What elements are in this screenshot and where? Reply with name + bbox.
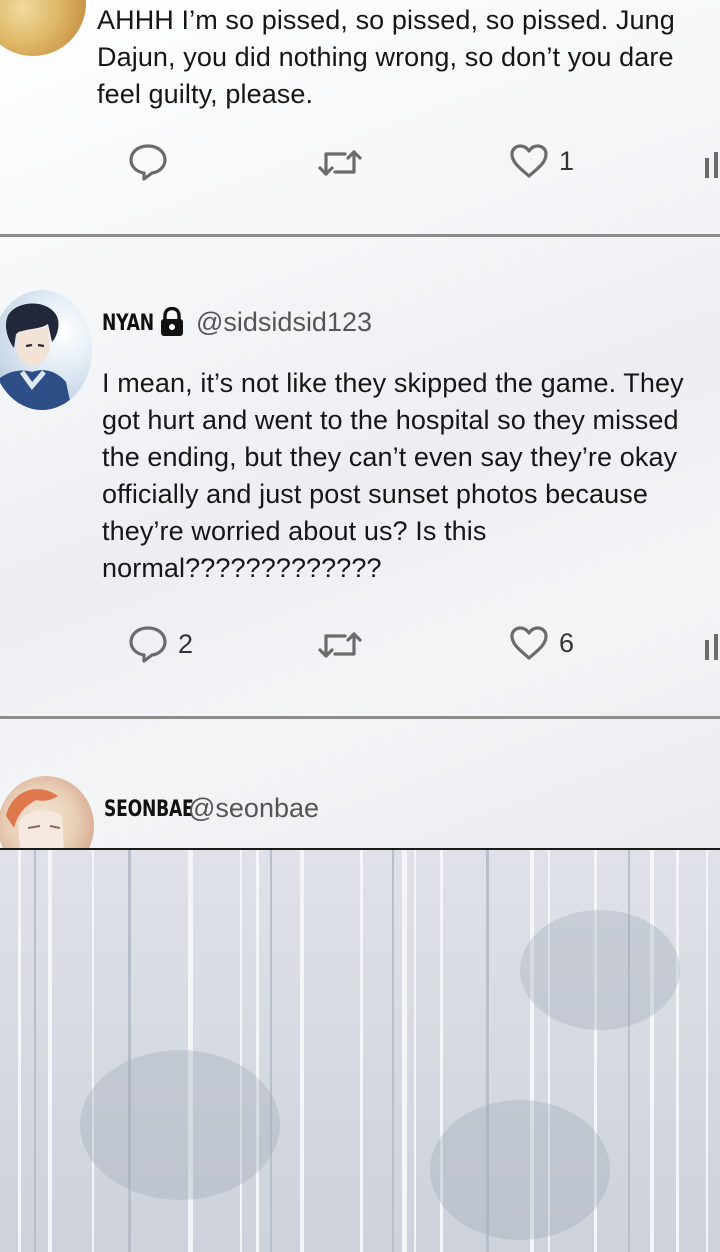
reply-icon [129,626,167,663]
avatar[interactable] [0,290,92,410]
tweet-text: I mean, it’s not like they skipped the g… [102,368,684,583]
light-streak [256,850,259,1252]
like-button[interactable]: 1 [509,143,574,179]
dark-streak [392,850,394,1252]
retweet-button[interactable] [317,628,363,662]
reply-icon [129,144,167,181]
reply-count: 2 [178,628,194,659]
like-icon [510,626,548,660]
stats-icon [705,152,718,178]
like-count: 1 [559,145,575,176]
tweet-text: AHHH I’m so pissed, so pissed, so pissed… [97,5,675,109]
user-handle[interactable]: @seonbae [188,793,319,824]
light-streak [706,850,708,1252]
texture-blot [80,1050,280,1200]
dark-streak [34,850,36,1252]
background-panel [0,848,720,1252]
display-name[interactable]: NYAN [102,311,154,336]
light-streak [676,850,679,1252]
light-streak [300,850,304,1252]
retweet-icon [318,150,362,176]
dark-streak [270,850,272,1252]
texture-blot [430,1100,610,1240]
light-streak [402,850,407,1252]
light-streak [92,850,94,1252]
reply-button[interactable]: 2 [128,625,193,663]
user-handle[interactable]: @sidsidsid123 [196,307,372,338]
tweet-divider [0,716,720,719]
tweet-divider [0,234,720,237]
light-streak [650,850,654,1252]
stats-button[interactable] [704,632,720,660]
retweet-icon [318,632,362,658]
like-icon [510,144,548,178]
retweet-button[interactable] [317,146,363,180]
avatar-portrait [0,303,72,410]
avatar[interactable] [0,776,94,848]
display-name[interactable]: SEONBAE [104,797,194,822]
dark-streak [128,850,131,1252]
light-streak [48,850,52,1252]
avatar[interactable] [0,0,86,56]
texture-blot [520,910,680,1030]
light-streak [240,850,242,1252]
light-streak [414,850,416,1252]
like-count: 6 [559,627,575,658]
lock-icon [161,307,183,336]
stats-button[interactable] [704,150,720,178]
light-streak [18,850,21,1252]
stats-icon [705,634,718,660]
tweet-thread: AHHH I’m so pissed, so pissed, so pissed… [0,0,720,848]
dark-streak [628,850,630,1252]
reply-button[interactable] [128,143,168,181]
avatar-portrait [6,789,64,848]
light-streak [360,850,363,1252]
like-button[interactable]: 6 [509,625,574,661]
